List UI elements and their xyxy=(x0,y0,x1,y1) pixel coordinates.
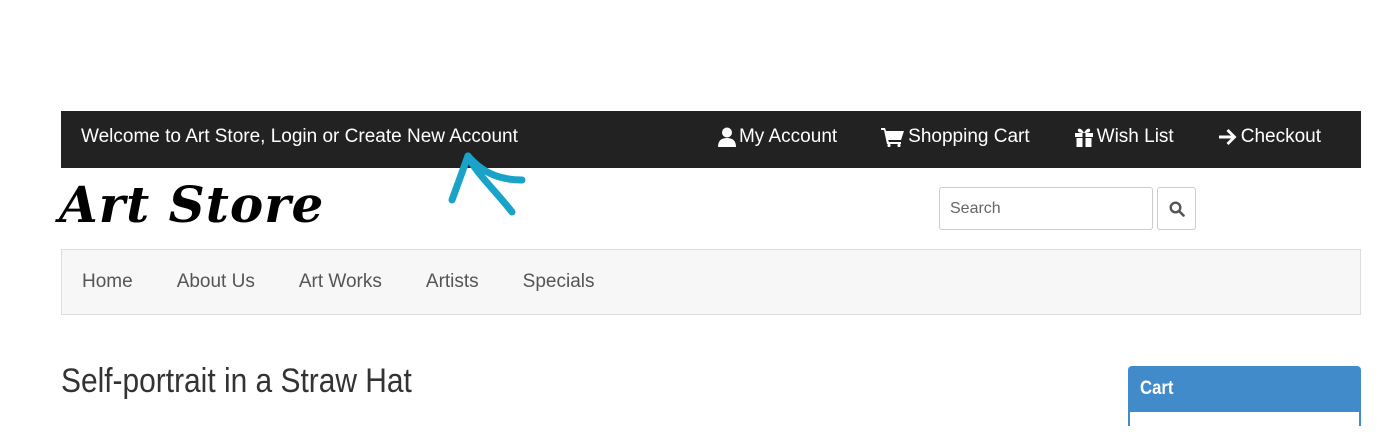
annotation-arrow-icon xyxy=(448,152,526,216)
wish-list-label: Wish List xyxy=(1096,126,1174,147)
cart-panel-body xyxy=(1130,412,1359,432)
main-navigation: Home About Us Art Works Artists Specials xyxy=(61,249,1361,315)
user-icon xyxy=(717,127,736,147)
checkout-label: Checkout xyxy=(1240,126,1321,147)
arrow-right-icon xyxy=(1218,129,1237,145)
store-logo[interactable]: Art Store xyxy=(59,175,324,234)
page-title: Self-portrait in a Straw Hat xyxy=(61,362,412,400)
cart-panel: Cart xyxy=(1128,366,1361,432)
nav-item-home[interactable]: Home xyxy=(82,271,133,293)
nav-item-artists[interactable]: Artists xyxy=(426,271,479,293)
nav-item-specials[interactable]: Specials xyxy=(523,271,595,293)
checkout-link[interactable]: Checkout xyxy=(1218,126,1321,148)
nav-item-art-works[interactable]: Art Works xyxy=(299,271,382,293)
search-icon xyxy=(1168,200,1185,217)
shopping-cart-link[interactable]: Shopping Cart xyxy=(881,126,1030,148)
cart-icon xyxy=(881,128,905,147)
top-bar: Welcome to Art Store, Login or Create Ne… xyxy=(61,111,1361,168)
cart-heading: Cart xyxy=(1140,378,1174,399)
shopping-cart-label: Shopping Cart xyxy=(908,126,1030,147)
my-account-label: My Account xyxy=(738,126,838,147)
wish-list-link[interactable]: Wish List xyxy=(1074,126,1174,148)
nav-item-about-us[interactable]: About Us xyxy=(177,271,255,293)
gift-icon xyxy=(1074,128,1093,147)
search-input[interactable] xyxy=(939,187,1153,230)
my-account-link[interactable]: My Account xyxy=(717,126,838,148)
account-links: My Account Shopping Cart Wish List Check… xyxy=(717,111,1321,168)
search-button[interactable] xyxy=(1157,187,1196,230)
